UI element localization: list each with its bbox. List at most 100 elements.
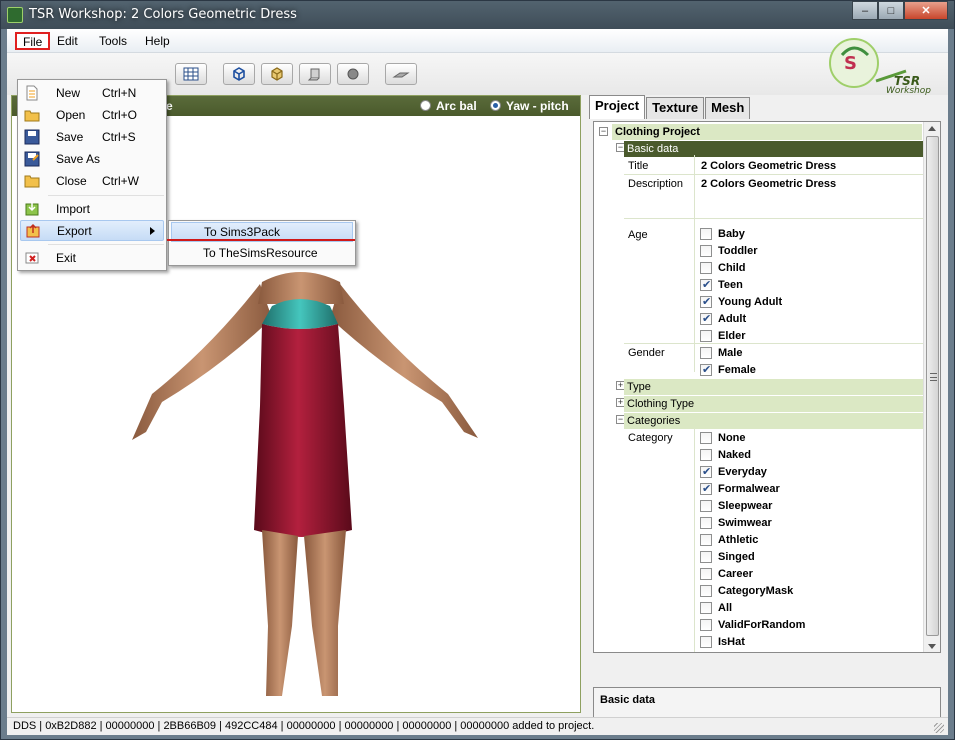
open-folder-icon bbox=[24, 110, 40, 122]
checkbox-swimwear[interactable] bbox=[700, 517, 712, 529]
menu-item-import[interactable]: Import bbox=[20, 199, 164, 220]
menu-label: Open bbox=[56, 108, 86, 122]
minimize-button[interactable]: ‒ bbox=[852, 1, 878, 20]
divider bbox=[624, 218, 924, 219]
export-icon bbox=[26, 223, 40, 238]
maximize-button[interactable]: □ bbox=[878, 1, 904, 20]
menu-bar: File Edit Tools Help bbox=[7, 29, 948, 53]
scroll-thumb[interactable] bbox=[926, 136, 939, 636]
wire-cube-icon bbox=[233, 67, 245, 81]
age-option-label: Adult bbox=[718, 313, 747, 325]
scroll-down-arrow-icon[interactable] bbox=[928, 644, 936, 649]
arcball-radio[interactable] bbox=[420, 100, 431, 111]
menu-help[interactable]: Help bbox=[139, 33, 176, 51]
category-label: Category bbox=[628, 432, 673, 444]
menu-label: Save As bbox=[56, 152, 101, 166]
tab-mesh[interactable]: Mesh bbox=[705, 97, 751, 119]
checkbox-none[interactable] bbox=[700, 432, 712, 444]
checkbox-teen[interactable] bbox=[700, 278, 712, 291]
age-option-label: Toddler bbox=[718, 245, 758, 257]
checkbox-category-mask[interactable] bbox=[700, 585, 712, 597]
clothing-type-header[interactable]: Clothing Type bbox=[624, 396, 924, 412]
plane-button[interactable] bbox=[299, 63, 331, 85]
yaw-pitch-label: Yaw - pitch bbox=[506, 99, 569, 113]
svg-text:S: S bbox=[844, 53, 857, 74]
close-button[interactable]: ✕ bbox=[904, 1, 948, 20]
import-icon bbox=[25, 202, 39, 216]
menu-tools[interactable]: Tools bbox=[93, 33, 133, 51]
grid-icon bbox=[183, 67, 199, 81]
export-to-thesimsresource[interactable]: To TheSimsResource bbox=[171, 244, 353, 264]
checkbox-singed[interactable] bbox=[700, 551, 712, 563]
checkbox-athletic[interactable] bbox=[700, 534, 712, 546]
category-option-label: All bbox=[718, 602, 733, 614]
save-icon bbox=[24, 129, 40, 145]
collapse-project-toggle[interactable]: − bbox=[599, 127, 608, 136]
title-bar[interactable]: TSR Workshop: 2 Colors Geometric Dress ‒… bbox=[1, 1, 954, 29]
checkbox-female[interactable] bbox=[700, 363, 712, 376]
checkbox-sleepwear[interactable] bbox=[700, 500, 712, 512]
sphere-button[interactable] bbox=[337, 63, 369, 85]
solid-cube-icon bbox=[271, 67, 283, 81]
resize-grip-icon[interactable] bbox=[934, 723, 944, 733]
category-option-label: IsHat bbox=[718, 636, 745, 648]
checkbox-career[interactable] bbox=[700, 568, 712, 580]
tab-project[interactable]: Project bbox=[589, 95, 646, 119]
menu-item-exit[interactable]: Exit bbox=[20, 248, 164, 269]
checkbox-all[interactable] bbox=[700, 602, 712, 614]
tab-texture[interactable]: Texture bbox=[646, 97, 705, 119]
categories-header[interactable]: Categories bbox=[624, 413, 924, 429]
solid-cube-button[interactable] bbox=[261, 63, 293, 85]
menu-label: New bbox=[56, 86, 81, 100]
menu-file[interactable]: File bbox=[15, 32, 51, 50]
arcball-label: Arc bal bbox=[436, 99, 477, 113]
checkbox-is-hat[interactable] bbox=[700, 636, 712, 648]
submenu-arrow-icon bbox=[150, 227, 155, 235]
checkbox-elder[interactable] bbox=[700, 330, 712, 342]
description-value[interactable]: 2 Colors Geometric Dress bbox=[701, 178, 836, 190]
checkbox-everyday[interactable] bbox=[700, 465, 712, 478]
checkbox-naked[interactable] bbox=[700, 449, 712, 461]
menu-item-export[interactable]: Export bbox=[20, 220, 164, 241]
status-text: DDS | 0xB2D882 | 00000000 | 2BB66B09 | 4… bbox=[13, 720, 595, 732]
checkbox-young-adult[interactable] bbox=[700, 295, 712, 308]
menu-edit[interactable]: Edit bbox=[51, 33, 84, 51]
type-header[interactable]: Type bbox=[624, 379, 924, 395]
menu-shortcut: Ctrl+N bbox=[102, 86, 137, 100]
menu-shortcut: Ctrl+S bbox=[102, 130, 136, 144]
menu-item-new[interactable]: New Ctrl+N bbox=[20, 83, 164, 104]
category-option-label: CategoryMask bbox=[718, 585, 794, 597]
highlight-underline bbox=[167, 239, 355, 241]
scroll-up-arrow-icon[interactable] bbox=[928, 126, 936, 131]
menu-shortcut: Ctrl+W bbox=[102, 174, 139, 188]
window-title: TSR Workshop: 2 Colors Geometric Dress bbox=[29, 7, 297, 22]
checkbox-formalwear[interactable] bbox=[700, 482, 712, 495]
menu-item-open[interactable]: Open Ctrl+O bbox=[20, 105, 164, 126]
menu-item-close[interactable]: Close Ctrl+W bbox=[20, 171, 164, 192]
export-submenu: To Sims3Pack To TheSimsResource bbox=[168, 220, 356, 266]
checkbox-baby[interactable] bbox=[700, 228, 712, 240]
property-scrollbar[interactable] bbox=[923, 122, 940, 652]
checkbox-male[interactable] bbox=[700, 347, 712, 359]
floor-button[interactable] bbox=[385, 63, 417, 85]
menu-label: Save bbox=[56, 130, 84, 144]
title-value[interactable]: 2 Colors Geometric Dress bbox=[701, 160, 836, 172]
grid-view-button[interactable] bbox=[175, 63, 207, 85]
divider bbox=[624, 343, 924, 344]
category-option-label: Singed bbox=[718, 551, 755, 563]
new-file-icon bbox=[26, 85, 38, 101]
wireframe-button[interactable] bbox=[223, 63, 255, 85]
submenu-label: To TheSimsResource bbox=[203, 246, 318, 260]
menu-label: Close bbox=[56, 174, 87, 188]
app-icon bbox=[7, 7, 23, 23]
yaw-pitch-radio[interactable] bbox=[490, 100, 501, 111]
checkbox-toddler[interactable] bbox=[700, 245, 712, 257]
checkbox-valid-for-random[interactable] bbox=[700, 619, 712, 631]
window-controls: ‒ □ ✕ bbox=[852, 1, 948, 21]
category-option-label: Naked bbox=[718, 449, 752, 461]
checkbox-adult[interactable] bbox=[700, 312, 712, 325]
menu-item-save-as[interactable]: Save As bbox=[20, 149, 164, 170]
checkbox-child[interactable] bbox=[700, 262, 712, 274]
menu-item-save[interactable]: Save Ctrl+S bbox=[20, 127, 164, 148]
category-option-label: ValidForRandom bbox=[718, 619, 806, 631]
